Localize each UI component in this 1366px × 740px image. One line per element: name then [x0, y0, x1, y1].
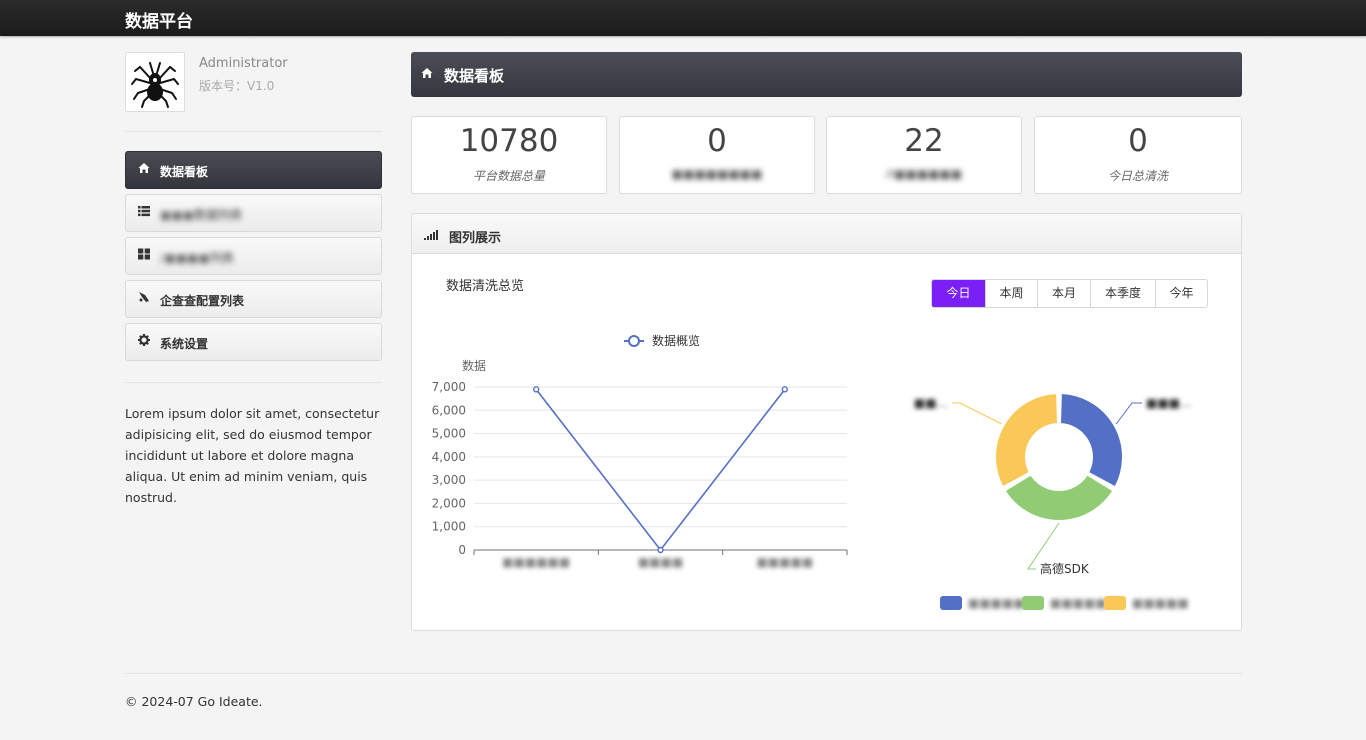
- legend-label: ■■■■■: [1132, 596, 1189, 610]
- divider: [125, 382, 382, 383]
- stat-caption: 今日总清洗: [1107, 169, 1168, 183]
- tab-week[interactable]: 本周: [986, 280, 1038, 307]
- y-tick-label: 7,000: [432, 380, 466, 394]
- chart-subtitle: 数据清洗总览: [446, 279, 525, 294]
- pie-slice: [1003, 473, 1115, 522]
- signal-bars-icon: [424, 229, 438, 244]
- legend-swatch: [1022, 596, 1044, 610]
- home-icon: [421, 67, 433, 83]
- legend-label: 数据概览: [652, 333, 700, 348]
- dashboard-header: 数据看板: [411, 52, 1242, 97]
- divider: [125, 131, 382, 132]
- top-navbar: 数据平台: [0, 0, 1366, 36]
- data-point: [657, 546, 664, 554]
- stat-card-3: 22 A■■■■■■: [826, 116, 1022, 194]
- sidebar-item-dashboard[interactable]: 数据看板: [125, 151, 382, 189]
- sidebar-item-label: /■■■■列表: [160, 251, 234, 265]
- legend-swatch: [1104, 596, 1126, 610]
- pie-chart: ■■■... 高德SDK ■■... ■■■■■ ■■■■■ ■■■■■: [914, 392, 1191, 610]
- footer-copyright: © 2024-07 Go Ideate.: [125, 694, 263, 709]
- sidebar-item-label: 企查查配置列表: [160, 294, 245, 308]
- stat-caption: A■■■■■■: [885, 167, 963, 181]
- legend-label: ■■■■■: [968, 596, 1025, 610]
- pie-label: ■■■...: [1146, 396, 1191, 410]
- sidebar-item-data-list[interactable]: ■■■数据列表: [125, 194, 382, 232]
- stat-card-today-clean: 0 今日总清洗: [1034, 116, 1242, 194]
- pie-label: ■■...: [914, 396, 948, 410]
- sidebar-item-grid-list[interactable]: /■■■■列表: [125, 237, 382, 275]
- about-text: Lorem ipsum dolor sit amet, consectetur …: [125, 406, 380, 505]
- y-tick-label: 5,000: [432, 427, 466, 441]
- sidebar-item-qichacha-config[interactable]: 企查查配置列表: [125, 280, 382, 318]
- y-tick-label: 6,000: [432, 403, 466, 417]
- stat-value: 0: [1128, 123, 1148, 159]
- tab-year[interactable]: 今年: [1156, 280, 1207, 307]
- profile-name: Administrator: [199, 56, 288, 71]
- series-line: [535, 388, 786, 552]
- gear-icon: [137, 334, 151, 348]
- home-icon: [137, 162, 151, 176]
- y-axis-label: 数据: [462, 358, 486, 373]
- sidebar-item-label: 系统设置: [160, 337, 209, 351]
- list-icon: [137, 205, 151, 219]
- y-tick-label: 0: [458, 543, 466, 557]
- stat-caption: 平台数据总量: [472, 169, 545, 183]
- legend-label: ■■■■■: [1050, 596, 1107, 610]
- x-tick-label: ■■■■: [638, 555, 683, 569]
- rocket-icon: [137, 291, 151, 305]
- page-title: 数据看板: [444, 67, 505, 85]
- brand-title[interactable]: 数据平台: [125, 7, 193, 32]
- pie-slice: [994, 392, 1060, 489]
- data-point: [532, 386, 540, 393]
- tab-today[interactable]: 今日: [932, 280, 986, 307]
- pie-slice: [1058, 392, 1124, 489]
- sidebar-item-settings[interactable]: 系统设置: [125, 323, 382, 361]
- x-tick-label: ■■■■■■: [502, 555, 570, 569]
- pie-label: 高德SDK: [1040, 561, 1090, 576]
- sidebar-item-label: ■■■数据列表: [160, 208, 243, 222]
- footer-divider: [125, 673, 1242, 674]
- data-point: [781, 386, 789, 393]
- x-tick-label: ■■■■■: [756, 555, 813, 569]
- grid-icon: [137, 248, 151, 262]
- stat-value: 0: [707, 123, 727, 159]
- chart-panel-header: 图列展示: [412, 214, 1241, 254]
- y-tick-label: 1,000: [432, 520, 466, 534]
- chart-panel: 图列展示 数据清洗总览 今日 本周 本月 本季度 今年 数据概览数据 0 1,000…: [411, 213, 1242, 631]
- chart-legend: 数据概览: [624, 333, 700, 348]
- stat-caption: ■■■■■■■■: [671, 167, 763, 181]
- sidebar-item-label: 数据看板: [160, 165, 209, 179]
- version-label: 版本号：V1.0: [199, 79, 275, 93]
- y-tick-label: 4,000: [432, 450, 466, 464]
- avatar: [125, 52, 185, 112]
- stat-card-2: 0 ■■■■■■■■: [619, 116, 815, 194]
- stat-value: 10780: [459, 123, 559, 159]
- line-chart: 数据概览数据 0 1,000 2,000 3,000 4,000 5,000 6,000 7,0…: [432, 333, 848, 569]
- pie-leader-line: [952, 402, 1003, 425]
- legend-marker: [628, 335, 640, 347]
- pie-leader-line: [1115, 402, 1142, 425]
- period-tabs: 今日 本周 本月 本季度 今年: [931, 279, 1208, 308]
- chart-panel-title: 图列展示: [449, 231, 502, 246]
- tab-quarter[interactable]: 本季度: [1091, 280, 1156, 307]
- y-tick-label: 3,000: [432, 473, 466, 487]
- y-tick-label: 2,000: [432, 496, 466, 510]
- tab-month[interactable]: 本月: [1038, 280, 1091, 307]
- legend-swatch: [940, 596, 962, 610]
- stat-value: 22: [904, 123, 944, 159]
- stat-card-total: 10780 平台数据总量: [411, 116, 607, 194]
